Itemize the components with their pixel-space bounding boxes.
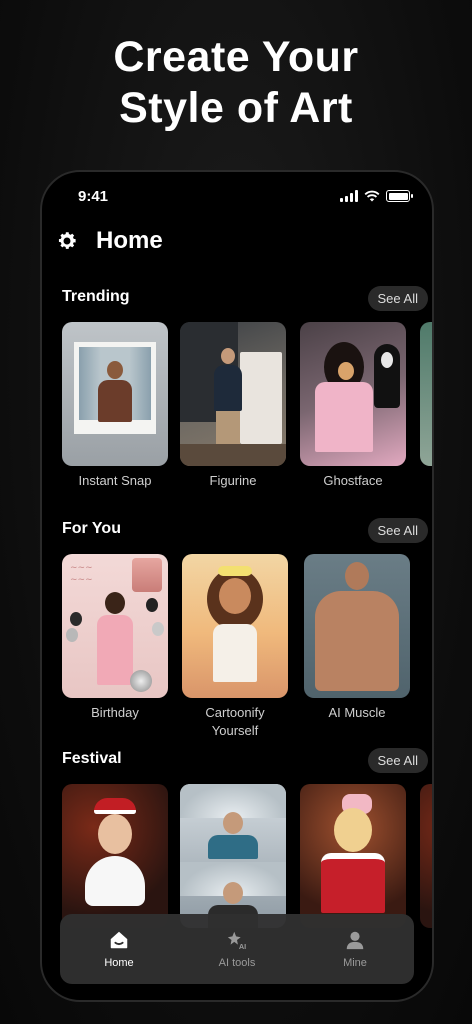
see-all-button[interactable]: See All	[367, 286, 428, 311]
headline-line-2: Style of Art	[119, 84, 353, 132]
signal-icon	[340, 190, 358, 202]
card-thumbnail	[62, 322, 168, 466]
profile-icon	[346, 931, 364, 950]
card-label: Ghostface	[323, 473, 383, 488]
nav-label: Mine	[343, 957, 367, 969]
app-store-screenshot: Create Your Style of Art 9:41 Home Trend…	[0, 0, 472, 1024]
card-thumbnail	[300, 784, 406, 928]
style-card-instant-snap[interactable]: Instant Snap	[62, 322, 168, 490]
promo-headline: Create Your Style of Art	[0, 32, 472, 134]
status-bar: 9:41	[42, 186, 432, 210]
nav-label: AI tools	[218, 957, 256, 969]
card-thumbnail	[420, 322, 432, 466]
status-time: 9:41	[78, 188, 109, 205]
style-card-ai-muscle[interactable]: AI Muscle	[304, 554, 410, 722]
see-all-button[interactable]: See All	[367, 518, 428, 543]
nav-mine[interactable]: Mine	[310, 929, 400, 969]
page-title: Home	[96, 227, 163, 254]
card-label: Instant Snap	[78, 473, 152, 488]
ai-tools-icon: AI	[227, 931, 246, 951]
card-thumbnail	[182, 554, 288, 698]
style-card-peek[interactable]	[420, 784, 432, 928]
section-festival: Festival See All	[42, 748, 432, 932]
card-thumbnail	[300, 322, 406, 466]
style-card-festival-3[interactable]	[300, 784, 406, 928]
style-card-ghostface[interactable]: Ghostface	[300, 322, 406, 490]
card-thumbnail	[62, 784, 168, 928]
bottom-nav: Home AI AI tools Mine	[60, 914, 414, 984]
card-row: ~~~ ~~~ Birthday Cartoonify Yourself AI …	[42, 554, 432, 738]
phone-frame: 9:41 Home Trending See All Instant Snap …	[40, 170, 434, 1002]
section-title: Trending	[62, 288, 130, 305]
style-card-cartoonify[interactable]: Cartoonify Yourself	[182, 554, 288, 740]
battery-icon	[386, 190, 413, 202]
card-thumbnail: ~~~ ~~~	[62, 554, 168, 698]
card-thumbnail	[420, 784, 432, 928]
card-thumbnail	[180, 322, 286, 466]
nav-home[interactable]: Home	[74, 929, 164, 969]
top-bar: Home	[56, 226, 163, 256]
section-for-you: For You See All ~~~ ~~~ Birthday Cartoon…	[42, 518, 432, 738]
style-card-festival-1[interactable]	[62, 784, 168, 928]
see-all-button[interactable]: See All	[367, 748, 428, 773]
style-card-birthday[interactable]: ~~~ ~~~ Birthday	[62, 554, 168, 722]
card-label: Birthday	[91, 705, 139, 720]
card-thumbnail	[180, 784, 286, 928]
style-card-festival-2[interactable]	[180, 784, 286, 928]
card-label: Figurine	[209, 473, 257, 488]
home-icon	[110, 931, 128, 949]
section-title: For You	[62, 520, 121, 537]
style-card-figurine[interactable]: Figurine	[180, 322, 286, 490]
card-label: AI Muscle	[328, 705, 386, 720]
headline-line-1: Create Your	[113, 33, 359, 81]
section-title: Festival	[62, 750, 122, 767]
card-row	[42, 784, 432, 932]
section-trending: Trending See All Instant Snap Figurine G…	[42, 286, 432, 488]
svg-text:AI: AI	[239, 942, 246, 951]
card-label: Cartoonify Yourself	[205, 705, 265, 738]
style-card-peek[interactable]	[420, 322, 432, 466]
nav-label: Home	[104, 957, 134, 969]
card-thumbnail	[304, 554, 410, 698]
gear-icon[interactable]	[56, 230, 78, 252]
wifi-icon	[364, 190, 380, 202]
nav-ai-tools[interactable]: AI AI tools	[192, 929, 282, 969]
status-icons	[340, 190, 413, 202]
card-row: Instant Snap Figurine Ghostface	[42, 322, 432, 488]
